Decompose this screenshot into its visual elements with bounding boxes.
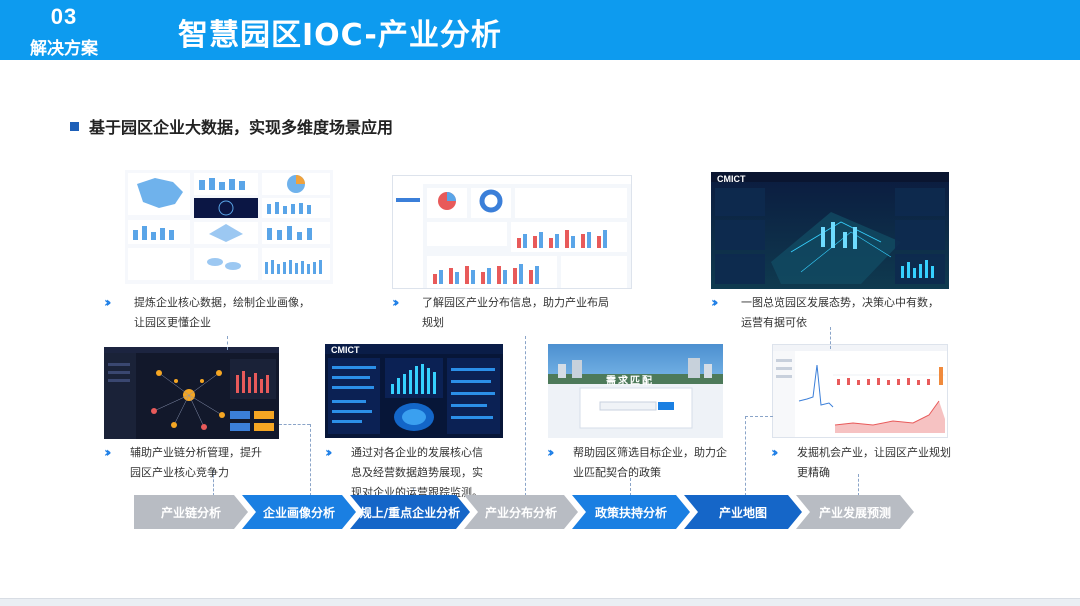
step-label: 规上/重点企业分析: [359, 505, 461, 520]
leader-line: [525, 336, 526, 496]
policy-matching-screenshot: 需求匹配: [548, 344, 723, 438]
subtitle-text: 基于园区企业大数据，实现多维度场景应用: [89, 118, 394, 137]
caption-line: 通过对各企业的发展核心信: [351, 446, 483, 459]
caption-line: 辅助产业链分析管理，提升: [130, 446, 262, 459]
industry-chain-screenshot: [104, 347, 279, 439]
subtitle: 基于园区企业大数据，实现多维度场景应用: [70, 114, 393, 138]
page-footer-bar: [0, 598, 1080, 606]
banner-text: 需求匹配: [606, 376, 654, 387]
double-chevron-right-icon: ››: [104, 295, 111, 311]
step-label: 产业链分析: [160, 505, 221, 520]
leader-line: [279, 424, 310, 425]
brand-logo: CMICT: [331, 345, 360, 355]
industry-forecast-screenshot: [772, 344, 948, 438]
step-label: 政策扶持分析: [594, 505, 667, 520]
caption-line: 帮助园区筛选目标企业，助力企: [573, 446, 727, 459]
header-bar: 03 解决方案 智慧园区IOC-产业分析: [0, 0, 1080, 60]
step-industry-map: 产业地图: [684, 495, 802, 529]
double-chevron-right-icon: ››: [547, 445, 554, 461]
step-label: 产业发展预测: [818, 505, 891, 520]
step-label: 产业分布分析: [484, 505, 557, 520]
section-name: 解决方案: [30, 39, 98, 59]
step-label: 产业地图: [718, 505, 767, 520]
step-policy-support: 政策扶持分析: [572, 495, 690, 529]
industry-distribution-screenshot: [392, 175, 632, 289]
leader-line: [745, 416, 773, 417]
caption-line: 提炼企业核心数据，绘制企业画像，: [134, 296, 310, 309]
step-industry-forecast: 产业发展预测: [796, 495, 914, 529]
double-chevron-right-icon: ››: [104, 445, 111, 461]
square-bullet-icon: [70, 122, 79, 131]
caption-line: 更精确: [797, 466, 830, 479]
step-enterprise-portrait: 企业画像分析: [242, 495, 356, 529]
step-key-enterprise: 规上/重点企业分析: [350, 495, 470, 529]
brand-logo: CMICT: [717, 174, 746, 184]
caption-line: 业匹配契合的政策: [573, 466, 661, 479]
double-chevron-right-icon: ››: [392, 295, 399, 311]
key-enterprise-screenshot: CMICT: [325, 344, 503, 438]
process-steps: 产业链分析 企业画像分析 规上/重点企业分析 产业分布分析 政策扶持分析 产业地…: [134, 495, 914, 529]
caption-line: 息及经营数据趋势展现，实: [351, 466, 483, 479]
double-chevron-right-icon: ››: [711, 295, 718, 311]
leader-line: [310, 424, 311, 496]
step-industry-chain: 产业链分析: [134, 495, 248, 529]
step-industry-distribution: 产业分布分析: [464, 495, 578, 529]
caption-line: 发掘机会产业，让园区产业规划: [797, 446, 951, 459]
enterprise-portrait-screenshot: [125, 170, 333, 284]
city-overview-screenshot: CMICT: [711, 172, 949, 289]
leader-line: [745, 416, 746, 496]
caption-line: 运营有据可依: [741, 316, 807, 329]
caption-line: 规划: [422, 316, 444, 329]
page-title: 智慧园区IOC-产业分析: [178, 18, 502, 53]
caption-line: 园区产业核心竞争力: [130, 466, 229, 479]
section-number: 03: [50, 4, 78, 29]
step-label: 企业画像分析: [262, 505, 335, 520]
caption-line: 一图总览园区发展态势，决策心中有数，: [741, 296, 939, 309]
leader-line: [227, 336, 228, 350]
caption-line: 让园区更懂企业: [134, 316, 211, 329]
section-badge: 03 解决方案: [0, 0, 128, 60]
caption-line: 了解园区产业分布信息，助力产业布局: [422, 296, 609, 309]
double-chevron-right-icon: ››: [325, 445, 332, 461]
double-chevron-right-icon: ››: [771, 445, 778, 461]
